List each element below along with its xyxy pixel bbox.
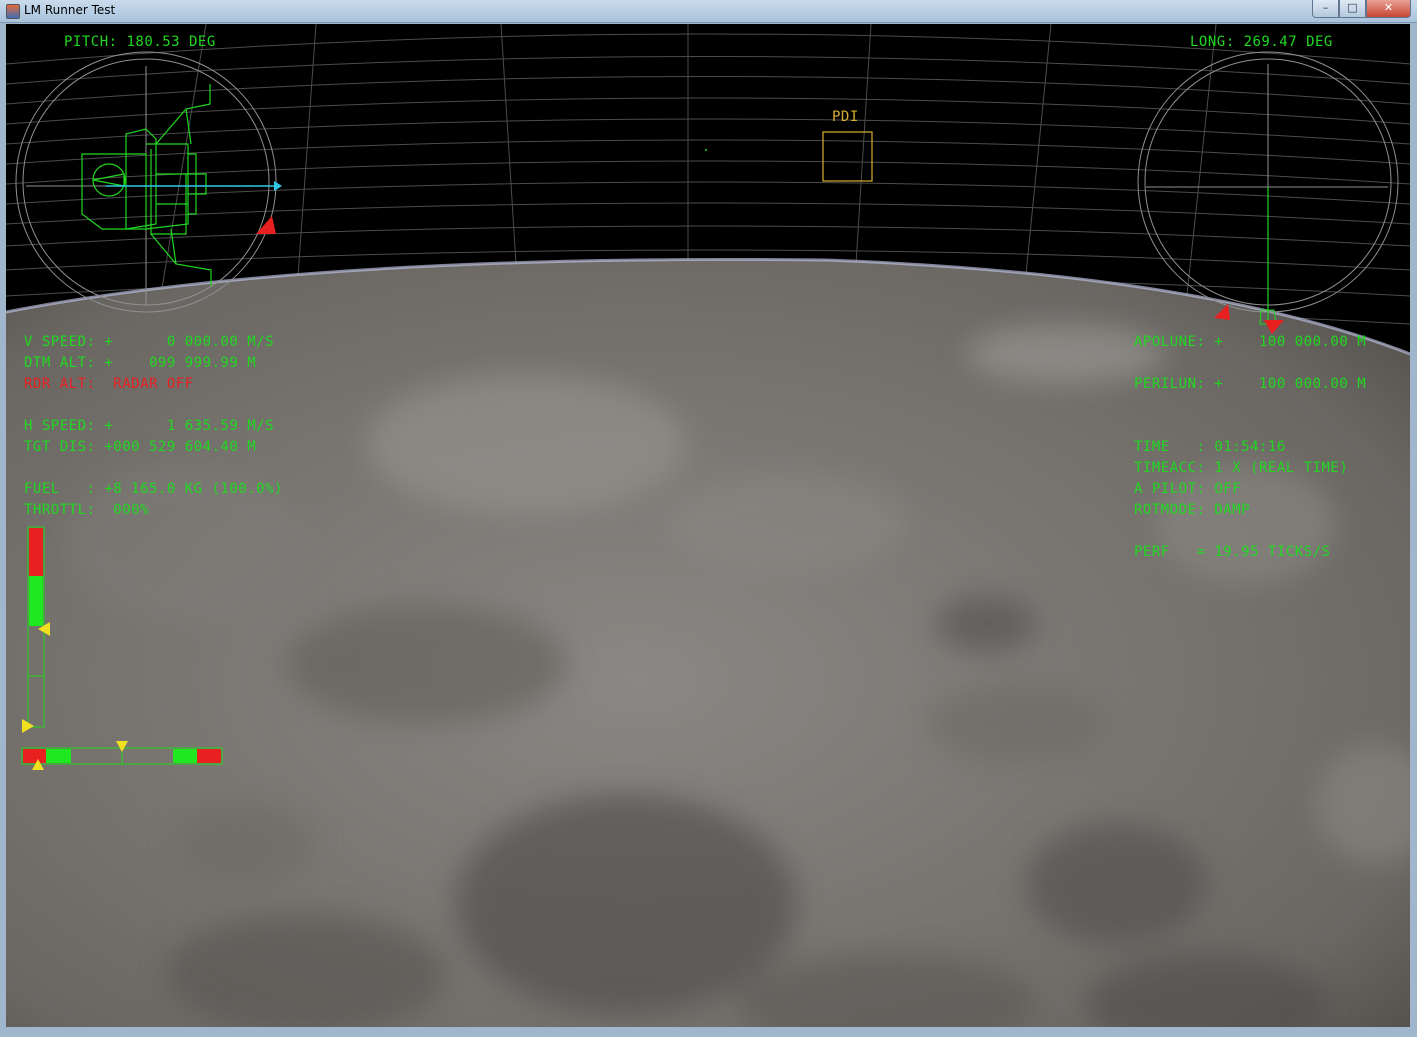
simulation-viewport[interactable]: PITCH: 180.53 DEG LONG: 269.47 DEG PDI V… xyxy=(6,24,1410,1027)
longitude-readout: LONG: 269.47 DEG xyxy=(1190,34,1333,50)
v-speed-readout: V SPEED: + 0 000.00 M/S xyxy=(24,334,275,350)
window-controls: – □ ✕ xyxy=(1312,0,1411,18)
close-button[interactable]: ✕ xyxy=(1366,0,1411,18)
performance-readout: PERF = 19.95 TICKS/S xyxy=(1134,544,1331,560)
rotation-mode-readout: ROTMODE: DAMP xyxy=(1134,502,1251,518)
minimize-button[interactable]: – xyxy=(1312,0,1339,18)
autopilot-readout: A PILOT: OFF xyxy=(1134,481,1242,497)
throttle-readout: THROTTL: 000% xyxy=(24,502,150,518)
time-readout: TIME : 01:54:16 xyxy=(1134,439,1286,455)
java-app-icon xyxy=(6,4,20,19)
perilune-readout: PERILUN: + 100 000.00 M xyxy=(1134,376,1367,392)
pitch-marker-icon xyxy=(256,216,276,234)
fuel-readout: FUEL : +8 165.0 KG (100.0%) xyxy=(24,481,283,497)
apolune-readout: APOLUNE: + 100 000.00 M xyxy=(1134,334,1367,350)
dtm-alt-readout: DTM ALT: + 099 999.99 M xyxy=(24,355,257,371)
h-speed-readout: H SPEED: + 1 635.59 M/S xyxy=(24,418,275,434)
pdi-target-box xyxy=(822,131,873,182)
time-acceleration-readout: TIMEACC: 1 X (REAL TIME) xyxy=(1134,460,1349,476)
window-title: LM Runner Test xyxy=(24,3,116,17)
target-distance-readout: TGT DIS: +000 529 604.40 M xyxy=(24,439,257,455)
radar-alt-readout: RDR ALT: RADAR OFF xyxy=(24,376,194,392)
maximize-button[interactable]: □ xyxy=(1339,0,1366,18)
scene-graphics xyxy=(6,24,1410,1027)
pitch-readout: PITCH: 180.53 DEG xyxy=(64,34,216,50)
window-titlebar[interactable]: LM Runner Test – □ ✕ xyxy=(0,0,1417,23)
pdi-label: PDI xyxy=(832,109,859,125)
